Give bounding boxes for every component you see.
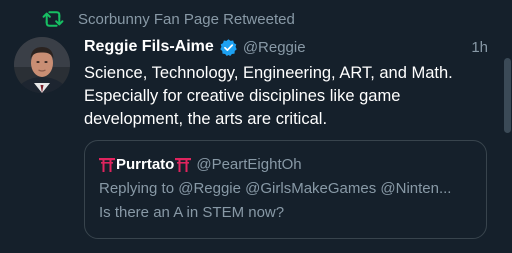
quoted-reply-context[interactable]: Replying to @Reggie @GirlsMakeGames @Nin… xyxy=(99,180,451,197)
torii-gate-icon xyxy=(175,157,192,172)
retweet-label[interactable]: Scorbunny Fan Page Retweeted xyxy=(78,11,295,28)
retweet-context[interactable]: Scorbunny Fan Page Retweeted xyxy=(42,8,295,30)
verified-badge-icon xyxy=(220,38,237,56)
tweet-text-line: development, the arts are critical. xyxy=(84,110,328,128)
tweet-timestamp[interactable]: 1h xyxy=(471,39,488,56)
tweet-text: Science, Technology, Engineering, ART, a… xyxy=(84,62,494,131)
torii-gate-icon xyxy=(99,157,115,172)
tweet-text-line: Especially for creative disciplines like… xyxy=(84,87,401,105)
scrollbar[interactable] xyxy=(502,0,512,253)
quoted-author-handle[interactable]: @PeartEightOh xyxy=(196,156,301,173)
quoted-author-name[interactable]: Purrtato xyxy=(116,156,174,173)
tweet-header: Reggie Fils-Aime @Reggie 1h xyxy=(84,36,488,58)
scrollbar-thumb[interactable] xyxy=(504,58,511,133)
avatar[interactable] xyxy=(14,37,70,93)
quoted-tweet[interactable]: Purrtato @PeartEightOh Replying to @Regg… xyxy=(84,140,487,239)
author-handle[interactable]: @Reggie xyxy=(243,39,306,56)
quoted-tweet-header: Purrtato @PeartEightOh xyxy=(99,153,302,175)
author-name[interactable]: Reggie Fils-Aime xyxy=(84,38,214,56)
retweet-icon xyxy=(42,11,64,27)
quoted-tweet-text: Is there an A in STEM now? xyxy=(99,204,285,221)
avatar-image xyxy=(14,37,70,93)
tweet-text-line: Science, Technology, Engineering, ART, a… xyxy=(84,64,453,82)
